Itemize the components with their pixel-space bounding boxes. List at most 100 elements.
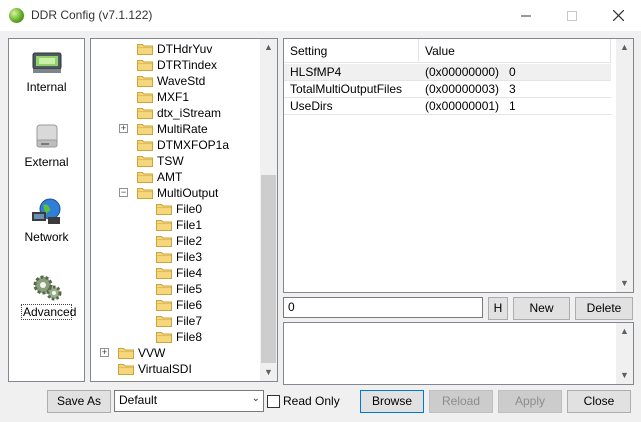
tree-node[interactable]: DTRTindex [91, 57, 261, 73]
tree-node[interactable]: TSW [91, 153, 261, 169]
tree-node[interactable]: + VVW [91, 345, 261, 361]
profile-select[interactable]: Default ⌄ [114, 390, 264, 412]
column-header-setting[interactable]: Setting [284, 39, 419, 63]
folder-icon [156, 316, 172, 327]
setting-cell: HLSfMP4 [290, 65, 342, 79]
sidebar-item-label: External [24, 155, 69, 169]
tree-node-label: File2 [176, 234, 203, 248]
settings-grid: Setting Value HLSfMP4 (0x00000000) 0 TotalM… [283, 38, 634, 293]
new-button[interactable]: New [513, 297, 570, 320]
scroll-down-arrow[interactable]: ▼ [616, 275, 633, 292]
hex-cell: (0x00000003) [425, 82, 500, 96]
folder-icon [156, 204, 172, 215]
sidebar-item-label: Advanced [21, 304, 77, 320]
tree-node[interactable]: VirtualSDI [91, 361, 261, 377]
tree-node-label: File8 [176, 330, 203, 344]
tree-node[interactable]: File5 [91, 281, 261, 297]
column-header-value[interactable]: Value [419, 39, 611, 63]
scroll-down-arrow[interactable]: ▼ [616, 367, 633, 384]
grid-row[interactable]: UseDirs (0x00000001) 1 [284, 98, 611, 115]
browse-button[interactable]: Browse [360, 390, 424, 413]
close-button[interactable]: Close [567, 390, 631, 413]
tree-node-label: File4 [176, 266, 203, 280]
setting-cell: TotalMultiOutputFiles [290, 82, 403, 96]
minimize-button[interactable] [503, 0, 549, 31]
grid-row[interactable]: TotalMultiOutputFiles (0x00000003) 3 [284, 81, 611, 98]
grid-row[interactable]: HLSfMP4 (0x00000000) 0 [284, 64, 611, 81]
folder-icon [156, 300, 172, 311]
folder-icon [156, 332, 172, 343]
scroll-up-arrow[interactable]: ▲ [260, 39, 277, 56]
gears-icon [33, 275, 62, 301]
tree-node-label: File5 [176, 282, 203, 296]
tree-node[interactable]: File8 [91, 329, 261, 345]
value-cell: 1 [509, 99, 516, 113]
hex-toggle-button[interactable]: H [488, 297, 508, 320]
description-scrollbar[interactable]: ▲ ▼ [616, 323, 633, 384]
hex-cell: (0x00000001) [425, 99, 500, 113]
sidebar-item-internal[interactable]: Internal [9, 41, 84, 109]
scroll-up-arrow[interactable]: ▲ [616, 323, 633, 340]
registry-tree: DTHdrYuv DTRTindex WaveStd MXF1 dtx_iStream +… [90, 38, 278, 382]
tree-node[interactable]: + MultiRate [91, 121, 261, 137]
expand-icon[interactable]: + [100, 348, 109, 357]
sidebar-item-network[interactable]: Network [9, 191, 84, 259]
tree-node[interactable]: File3 [91, 249, 261, 265]
tree-node-label: MultiOutput [157, 186, 219, 200]
folder-icon [137, 172, 153, 183]
apply-button[interactable]: Apply [498, 390, 562, 413]
close-icon [612, 10, 624, 21]
tree-node-label: File3 [176, 250, 203, 264]
read-only-label[interactable]: Read Only [283, 394, 340, 408]
sidebar-item-external[interactable]: External [9, 116, 84, 184]
folder-icon [137, 44, 153, 55]
maximize-icon [567, 10, 577, 21]
tree-node[interactable]: File4 [91, 265, 261, 281]
app-icon [9, 8, 24, 23]
tree-node[interactable]: MXF1 [91, 89, 261, 105]
tree-node[interactable]: DTMXFOP1a [91, 137, 261, 153]
delete-button[interactable]: Delete [575, 297, 633, 320]
sidebar-item-label: Network [24, 230, 69, 244]
tree-node[interactable]: File2 [91, 233, 261, 249]
collapse-icon[interactable]: − [119, 188, 128, 197]
save-as-button[interactable]: Save As [47, 390, 111, 413]
grid-scrollbar[interactable]: ▲ ▼ [616, 39, 633, 292]
setting-cell: UseDirs [290, 99, 333, 113]
read-only-checkbox[interactable] [267, 395, 280, 408]
scroll-down-arrow[interactable]: ▼ [260, 364, 277, 381]
scroll-thumb[interactable] [261, 175, 276, 363]
tree-node-label: MXF1 [157, 90, 190, 104]
external-drive-icon [36, 124, 58, 148]
category-sidebar: Internal External Network Advanced [8, 38, 85, 382]
hex-cell: (0x00000000) [425, 65, 500, 79]
expand-icon[interactable]: + [119, 124, 128, 133]
sidebar-item-advanced[interactable]: Advanced [9, 266, 84, 334]
tree-node[interactable]: File7 [91, 313, 261, 329]
folder-icon [156, 268, 172, 279]
tree-node[interactable]: − MultiOutput [91, 185, 261, 201]
tree-node-label: VirtualSDI [138, 362, 192, 376]
tree-scrollbar[interactable]: ▲ ▼ [260, 39, 277, 381]
close-window-button[interactable] [595, 0, 641, 31]
reload-button[interactable]: Reload [429, 390, 493, 413]
folder-icon [118, 364, 134, 375]
value-input[interactable]: 0 [283, 297, 483, 318]
tree-node-label: TSW [157, 154, 184, 168]
tree-node[interactable]: dtx_iStream [91, 105, 261, 121]
maximize-button[interactable] [549, 0, 595, 31]
tree-node[interactable]: File6 [91, 297, 261, 313]
tree-node-label: DTHdrYuv [157, 42, 213, 56]
folder-icon [137, 60, 153, 71]
tree-node[interactable]: WaveStd [91, 73, 261, 89]
tree-node[interactable]: File1 [91, 217, 261, 233]
tree-node-label: DTMXFOP1a [157, 138, 230, 152]
tree-node[interactable]: AMT [91, 169, 261, 185]
tree-node-label: AMT [157, 170, 183, 184]
tree-node-label: MultiRate [157, 122, 208, 136]
tree-node[interactable]: File0 [91, 201, 261, 217]
tree-node[interactable]: DTHdrYuv [91, 41, 261, 57]
scroll-up-arrow[interactable]: ▲ [616, 39, 633, 56]
tree-node-label: WaveStd [157, 74, 206, 88]
chevron-down-icon: ⌄ [251, 393, 260, 404]
